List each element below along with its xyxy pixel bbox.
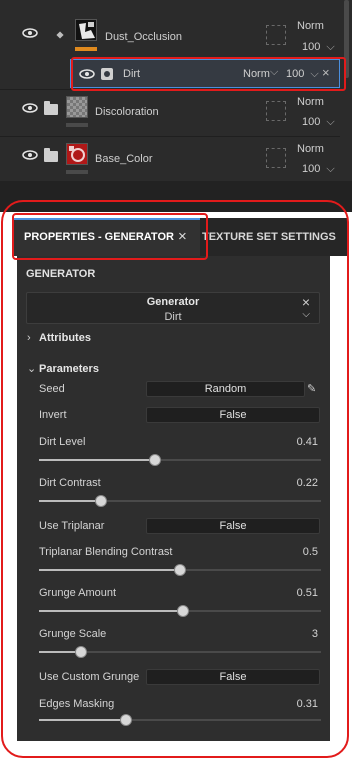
opacity-field[interactable]: 100 ⌵ <box>302 163 335 176</box>
app-root: ⯁ Dust_Occlusion Norm 100 ⌵ Dirt Norm ⌵ 1… <box>0 0 352 761</box>
layer-name: Base_Color <box>95 153 153 165</box>
layer-row-discoloration[interactable]: Discoloration Norm 100 ⌵ <box>0 90 340 136</box>
blend-mode-select[interactable]: Norm <box>297 96 324 108</box>
layer-thumbnail <box>66 143 88 165</box>
chevron-down-icon: ⌵ <box>326 116 335 128</box>
layer-row-base-color[interactable]: Base_Color Norm 100 ⌵ <box>0 137 340 181</box>
layer-thumbnail <box>66 96 88 118</box>
layer-name: Discoloration <box>95 106 159 118</box>
annotation-box-panel <box>1 200 349 758</box>
mask-slot[interactable] <box>266 101 286 121</box>
layer-name: Dust_Occlusion <box>105 31 183 43</box>
opacity-field[interactable]: 100 ⌵ <box>302 41 335 54</box>
chevron-down-icon: ⌵ <box>326 163 335 175</box>
eye-icon[interactable] <box>22 103 38 113</box>
layer-thumbnail-bar <box>66 170 88 174</box>
chevron-down-icon: ⌵ <box>326 41 335 53</box>
eye-icon[interactable] <box>22 28 38 38</box>
annotation-box-dirt <box>71 57 346 91</box>
opacity-field[interactable]: 100 ⌵ <box>302 116 335 129</box>
folder-icon <box>44 101 58 115</box>
layer-thumbnail-bar <box>66 123 88 127</box>
layer-thumbnail-bar <box>75 47 97 51</box>
layer-thumbnail <box>75 19 97 41</box>
fill-bucket-icon: ⯁ <box>56 31 64 42</box>
blend-mode-select[interactable]: Norm <box>297 20 324 32</box>
mask-slot[interactable] <box>266 148 286 168</box>
eye-icon[interactable] <box>22 150 38 160</box>
mask-slot[interactable] <box>266 25 286 45</box>
folder-icon <box>44 148 58 162</box>
blend-mode-select[interactable]: Norm <box>297 143 324 155</box>
layer-row-dust-occlusion[interactable]: ⯁ Dust_Occlusion Norm 100 ⌵ <box>0 0 340 59</box>
